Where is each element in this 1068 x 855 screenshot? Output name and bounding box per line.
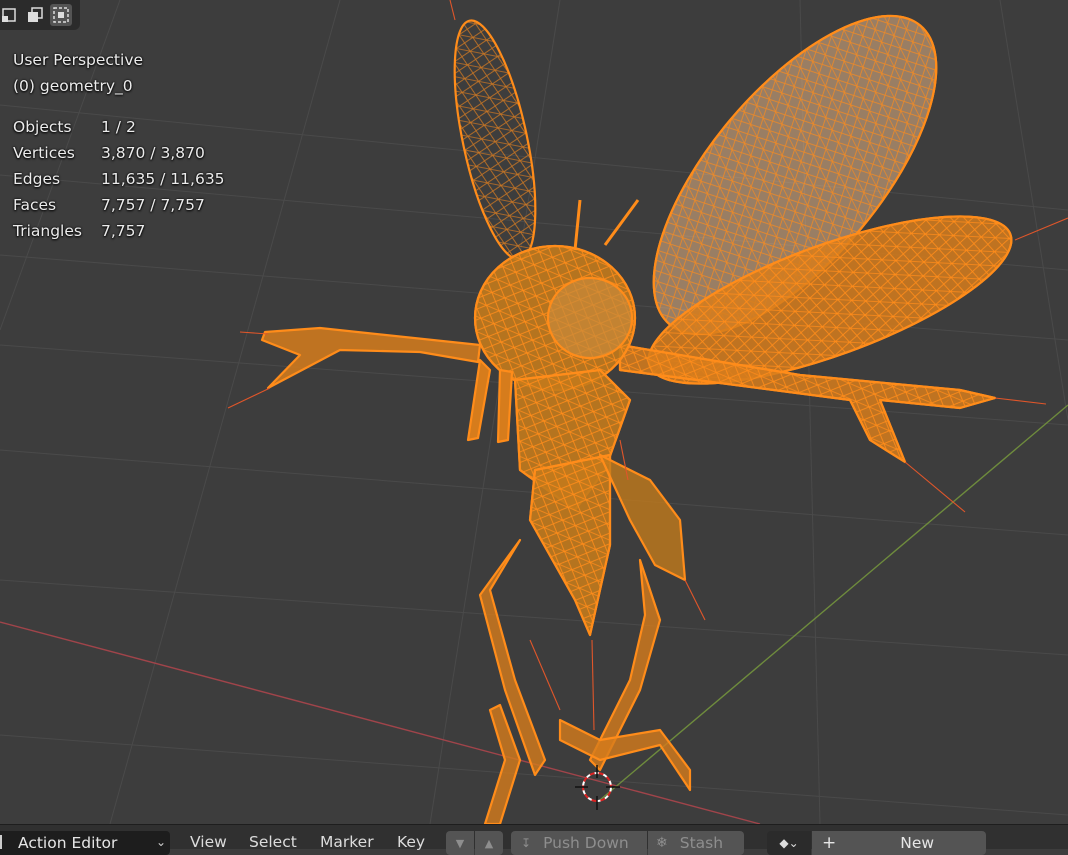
3d-viewport[interactable]: User Perspective (0) geometry_0 Objects …: [0, 0, 1068, 824]
push-down-button[interactable]: ↧ Push Down: [511, 831, 647, 855]
triangle-up-icon: ▲: [484, 836, 494, 850]
push-down-icon: ↧: [521, 836, 532, 850]
stat-value: 1 / 2: [101, 118, 136, 136]
stat-value: 3,870 / 3,870: [101, 144, 205, 162]
push-down-label: Push Down: [543, 834, 629, 852]
edge-select-icon[interactable]: [24, 4, 46, 26]
stat-label: Triangles: [13, 222, 82, 240]
active-object-name: (0) geometry_0: [13, 77, 133, 95]
editor-mode-dropdown[interactable]: Action Editor ⌄: [0, 831, 170, 855]
timeline-header: Action Editor ⌄ View Select Marker Key ▼…: [0, 824, 1068, 855]
menu-key[interactable]: Key: [397, 833, 425, 851]
editor-mode-label: Action Editor: [18, 834, 118, 852]
stat-row: Vertices 3,870 / 3,870: [13, 140, 225, 166]
stat-label: Vertices: [13, 144, 75, 162]
stat-label: Edges: [13, 170, 61, 188]
chevron-down-icon: ⌄: [155, 835, 166, 849]
stat-value: 11,635 / 11,635: [101, 170, 225, 188]
view-name: User Perspective: [13, 51, 144, 69]
stat-row: Edges 11,635 / 11,635: [13, 166, 225, 192]
editor-type-icon: [0, 835, 8, 849]
stash-label: Stash: [679, 834, 724, 852]
stat-row: Triangles 7,757: [13, 218, 225, 244]
plus-icon: +: [822, 833, 837, 853]
menu-select[interactable]: Select: [249, 833, 297, 851]
menu-view[interactable]: View: [190, 833, 227, 851]
viewport-info: User Perspective (0) geometry_0: [13, 47, 143, 99]
selected-mesh[interactable]: [260, 0, 1029, 824]
select-mode-toolbar: [0, 0, 80, 30]
3d-cursor-icon[interactable]: [575, 765, 620, 810]
layer-up-button[interactable]: ▲: [475, 831, 503, 855]
vertex-select-icon[interactable]: [0, 4, 20, 26]
menu-marker[interactable]: Marker: [320, 833, 374, 851]
browse-action-button[interactable]: ◆⌄: [767, 831, 811, 855]
stat-value: 7,757: [101, 222, 146, 240]
stat-label: Faces: [13, 196, 57, 214]
y-axis-line: [599, 404, 1068, 801]
stat-value: 7,757 / 7,757: [101, 196, 205, 214]
new-action-label: New: [900, 834, 935, 852]
stat-label: Objects: [13, 118, 72, 136]
action-icon: ◆⌄: [779, 836, 799, 850]
scene-statistics: Objects 1 / 2 Vertices 3,870 / 3,870 Edg…: [13, 114, 225, 244]
stat-row: Faces 7,757 / 7,757: [13, 192, 225, 218]
layer-down-button[interactable]: ▼: [446, 831, 474, 855]
new-action-button[interactable]: + New: [812, 831, 986, 855]
stash-button[interactable]: ❄ Stash: [648, 831, 744, 855]
face-select-icon[interactable]: [50, 4, 72, 26]
stat-row: Objects 1 / 2: [13, 114, 225, 140]
triangle-down-icon: ▼: [455, 836, 465, 850]
